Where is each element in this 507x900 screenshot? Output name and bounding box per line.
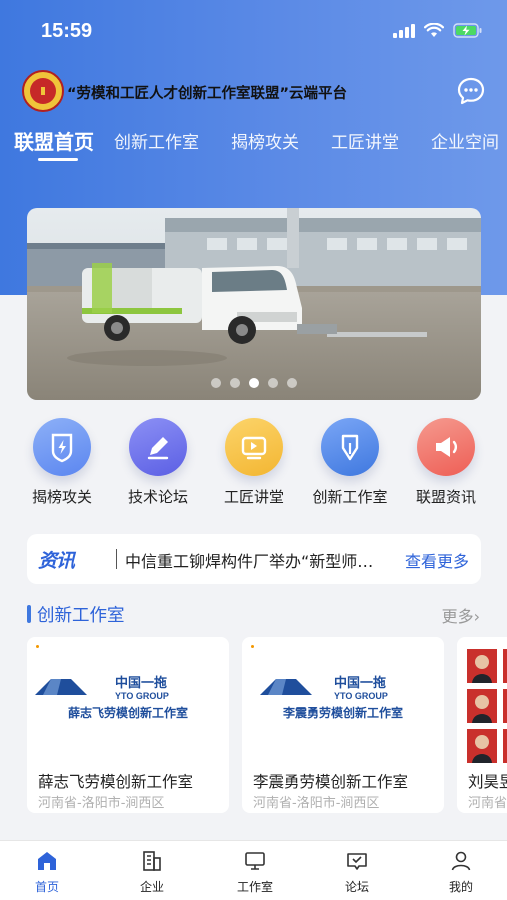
quick-link-label: 工匠讲堂	[223, 488, 284, 506]
yto-logo: 中国一拖 YTO GROUP 薛志飞劳模创新工作室	[27, 675, 229, 725]
quick-link-forum[interactable]: 技术论坛	[108, 418, 208, 507]
quick-link-label: 揭榜攻关	[31, 488, 92, 506]
tabbar-label: 首页	[34, 880, 59, 894]
pen-nib-icon	[321, 418, 379, 476]
tab-alliance-home[interactable]: 联盟首页	[14, 126, 94, 155]
battery-charging-icon	[453, 23, 482, 38]
more-label: 更多	[441, 607, 474, 626]
tabbar-label: 工作室	[236, 880, 273, 894]
app-bar: “劳模和工匠人才创新工作室联盟”云端平台	[0, 68, 507, 114]
news-headline[interactable]: 中信重工铆焊构件厂举办“新型师…	[125, 548, 405, 572]
building-icon	[143, 851, 161, 871]
wifi-icon	[424, 23, 444, 37]
logo-en: YTO GROUP	[334, 691, 388, 701]
quick-link-challenge[interactable]: 揭榜攻关	[12, 418, 112, 507]
home-icon	[38, 852, 56, 870]
card-title: 薛志飞劳模创新工作室	[38, 773, 194, 791]
tabbar-enterprise[interactable]: 企业	[122, 849, 182, 895]
logo-cn: 中国一拖	[115, 675, 167, 691]
status-bar: 15:59	[0, 0, 507, 62]
user-icon	[451, 851, 471, 871]
carousel-dot[interactable]	[211, 378, 221, 388]
bottom-tab-bar: 首页 企业 工作室 论坛 我的	[0, 840, 507, 900]
speaker-icon	[417, 418, 475, 476]
tab-enterprise-space[interactable]: 企业空间	[431, 128, 499, 153]
quick-link-label: 技术论坛	[127, 488, 188, 506]
studio-card[interactable]: 中国一拖 YTO GROUP 薛志飞劳模创新工作室 薛志飞劳模创新工作室 河南省…	[27, 637, 229, 813]
card-title: 李震勇劳模创新工作室	[253, 773, 409, 791]
banner-image	[27, 208, 481, 400]
union-logo	[22, 70, 64, 112]
forum-icon	[347, 853, 367, 870]
carousel-dots	[27, 378, 481, 388]
edit-pencil-icon	[129, 418, 187, 476]
message-icon[interactable]	[457, 77, 485, 105]
shield-lightning-icon	[33, 418, 91, 476]
carousel-dot[interactable]	[249, 378, 259, 388]
carousel-dot[interactable]	[287, 378, 297, 388]
video-play-icon	[225, 418, 283, 476]
logo-en: YTO GROUP	[115, 691, 169, 701]
tab-challenge[interactable]: 揭榜攻关	[231, 128, 299, 153]
divider	[116, 549, 117, 569]
section-more-link[interactable]: 更多›	[442, 603, 480, 627]
carousel-dot[interactable]	[230, 378, 240, 388]
tabbar-profile[interactable]: 我的	[431, 849, 491, 895]
logo-cn: 中国一拖	[334, 675, 386, 691]
tabbar-studio[interactable]: 工作室	[225, 849, 285, 895]
card-dot	[36, 645, 39, 648]
card-location: 河南省	[468, 796, 507, 811]
signal-icon	[393, 23, 415, 38]
card-dot	[251, 645, 254, 648]
tabbar-label: 我的	[448, 880, 473, 894]
card-location: 河南省-洛阳市-涧西区	[38, 796, 165, 811]
quick-link-label: 联盟资讯	[415, 488, 476, 506]
tabbar-home[interactable]: 首页	[17, 849, 77, 895]
quick-link-news[interactable]: 联盟资讯	[396, 418, 496, 507]
quick-link-lecture[interactable]: 工匠讲堂	[204, 418, 304, 507]
studio-card[interactable]: 刘昊昱 河南省	[457, 637, 507, 813]
tabbar-forum[interactable]: 论坛	[327, 849, 387, 895]
status-icons	[393, 23, 483, 38]
category-tabs: 联盟首页 创新工作室 揭榜攻关 工匠讲堂 企业空间	[0, 122, 507, 164]
chevron-right-icon: ›	[473, 607, 480, 626]
tabbar-label: 企业	[139, 880, 164, 894]
app-title: “劳模和工匠人才创新工作室联盟”云端平台	[67, 86, 348, 102]
section-title: 创新工作室	[37, 606, 125, 626]
yto-logo: 中国一拖 YTO GROUP 李震勇劳模创新工作室	[242, 675, 444, 725]
section-accent-bar	[27, 605, 31, 623]
card-title: 刘昊昱	[468, 773, 507, 791]
studio-card[interactable]: 中国一拖 YTO GROUP 李震勇劳模创新工作室 李震勇劳模创新工作室 河南省…	[242, 637, 444, 813]
quick-link-studio[interactable]: 创新工作室	[300, 418, 400, 507]
active-tab-indicator	[38, 158, 78, 161]
card-location: 河南省-洛阳市-涧西区	[253, 796, 380, 811]
logo-sub: 李震勇劳模创新工作室	[282, 705, 403, 720]
tabbar-label: 论坛	[344, 880, 369, 894]
logo-sub: 薛志飞劳模创新工作室	[68, 705, 188, 720]
news-tag: 资讯	[38, 550, 75, 572]
news-ticker[interactable]: 资讯 中信重工铆焊构件厂举办“新型师… 查看更多	[27, 534, 481, 584]
monitor-icon	[245, 852, 265, 870]
news-more-link[interactable]: 查看更多	[405, 548, 469, 572]
quick-link-label: 创新工作室	[312, 488, 388, 506]
carousel-dot[interactable]	[268, 378, 278, 388]
portrait-grid	[465, 647, 507, 771]
banner-carousel[interactable]	[27, 208, 481, 400]
quick-links: 揭榜攻关 技术论坛 工匠讲堂 创新工作室 联盟资讯	[0, 418, 507, 518]
tab-craftsman-lecture[interactable]: 工匠讲堂	[331, 128, 399, 153]
tab-innovation-studio[interactable]: 创新工作室	[114, 128, 199, 153]
status-time: 15:59	[41, 20, 93, 42]
